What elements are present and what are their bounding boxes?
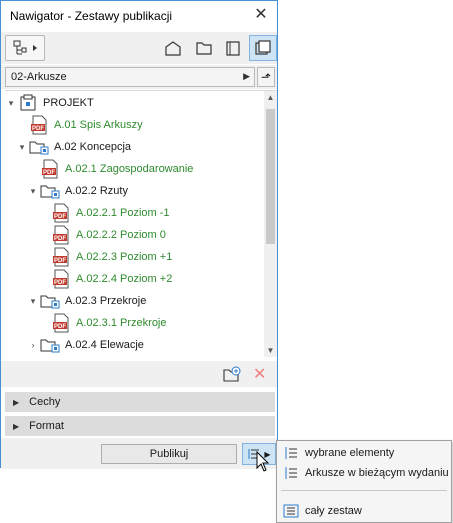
tree-row[interactable]: PDF A.02.2.3 Poziom +1 [38, 246, 172, 268]
pdf-file-icon: PDF [50, 247, 72, 267]
title-bar: Nawigator - Zestawy publikacji ✕ [1, 1, 277, 31]
pdf-file-icon: PDF [28, 115, 50, 135]
project-icon [17, 93, 39, 113]
tree-row[interactable]: ▾ A.02.2 Rzuty [27, 180, 128, 202]
tree-row-label: A.02.2.2 Poziom 0 [76, 229, 166, 241]
window-title: Nawigator - Zestawy publikacji [10, 9, 173, 23]
view-map-icon [196, 42, 212, 55]
chevron-down-icon[interactable]: ▾ [16, 142, 28, 153]
publisher-set-bar: 02-Arkusze ▶ ⬏ [1, 65, 277, 89]
menu-item-selected-elements[interactable]: wybrane elementy [277, 443, 451, 463]
publisher-set-select[interactable]: 02-Arkusze ▶ [5, 67, 255, 87]
publisher-set-tree: ▲ ▼ ▾ PROJEKT PDF A.01 Spis Arkuszy ▾ A.02 Ko… [5, 90, 277, 357]
arrow-up-icon: ⬏ [260, 70, 272, 84]
tree-row[interactable]: PDF A.02.3.1 Przekroje [38, 312, 167, 334]
svg-text:PDF: PDF [54, 214, 66, 220]
tree-row-label: A.02.3 Przekroje [65, 295, 147, 307]
bottom-bar: Publikuj ▶ [1, 438, 277, 469]
chevron-down-icon[interactable]: ▾ [27, 296, 39, 307]
layout-book-icon [226, 41, 240, 56]
new-folder-icon[interactable] [222, 365, 242, 383]
chevron-right-icon: ▶ [13, 397, 20, 407]
tree-row[interactable]: ▾ PROJEKT [5, 92, 94, 114]
tree-row[interactable]: ▾ A.02.3 Przekroje [27, 290, 146, 312]
menu-item-whole-set[interactable]: cały zestaw [277, 501, 451, 521]
view-map-button[interactable] [190, 35, 218, 61]
delete-icon[interactable]: ✕ [253, 364, 266, 384]
tree-actions-bar: ✕ [1, 361, 277, 387]
svg-text:PDF: PDF [54, 324, 66, 330]
pdf-file-icon: PDF [50, 313, 72, 333]
list-issue-icon [285, 467, 297, 479]
project-map-icon [165, 41, 181, 56]
tree-row[interactable]: PDF A.02.2.2 Poziom 0 [38, 224, 166, 246]
publisher-sets-button[interactable] [249, 35, 277, 61]
tree-row-label: A.02.2.1 Poziom -1 [76, 207, 170, 219]
scroll-down-icon[interactable]: ▼ [264, 344, 277, 357]
go-up-button[interactable]: ⬏ [257, 67, 275, 87]
panel-format[interactable]: ▶ Format [5, 416, 275, 436]
scroll-up-icon[interactable]: ▲ [264, 91, 277, 105]
menu-item-label: wybrane elementy [305, 447, 395, 459]
tree-row-label: A.02.2 Rzuty [65, 185, 128, 197]
chevron-right-icon: ▶ [13, 421, 20, 431]
menu-item-label: cały zestaw [305, 505, 362, 517]
tree-row-label: A.02.3.1 Przekroje [76, 317, 167, 329]
publish-options-menu: wybrane elementy Arkusze w bieżącym wyda… [276, 440, 452, 523]
tree-row-label: A.01 Spis Arkuszy [54, 119, 143, 131]
tree-row-label: A.02.2.4 Poziom +2 [76, 273, 173, 285]
navigator-window: Nawigator - Zestawy publikacji ✕ 02-Arku… [0, 0, 278, 469]
menu-separator [281, 490, 447, 491]
project-map-button[interactable] [159, 35, 187, 61]
tree-row[interactable]: PDF A.02.2.1 Poziom -1 [38, 202, 170, 224]
tree-row-label: A.02.4 Elewacje [65, 339, 144, 351]
panel-properties[interactable]: ▶ Cechy [5, 392, 275, 412]
publisher-sets-icon [255, 40, 271, 55]
folder-icon [39, 335, 61, 355]
tree-row-label: A.02.2.3 Poziom +1 [76, 251, 173, 263]
chevron-down-icon[interactable]: ▾ [27, 186, 39, 197]
tree-row[interactable]: › A.02.4 Elewacje [27, 334, 144, 356]
svg-text:PDF: PDF [54, 236, 66, 242]
close-icon[interactable]: ✕ [251, 5, 271, 25]
menu-item-label: Arkusze w bieżącym wydaniu [305, 467, 449, 479]
svg-text:PDF: PDF [43, 170, 55, 176]
scrollbar-thumb[interactable] [266, 109, 275, 244]
toolbar [1, 32, 277, 64]
publish-button[interactable]: Publikuj [101, 444, 237, 464]
tree-row[interactable]: PDF A.02.2.4 Poziom +2 [38, 268, 172, 290]
list-all-icon [283, 504, 299, 518]
chevron-right-icon[interactable]: › [27, 340, 39, 350]
tree-options-button[interactable] [5, 35, 45, 61]
tree-row[interactable]: ▾ A.02 Koncepcja [16, 136, 131, 158]
folder-icon [39, 291, 61, 311]
svg-text:PDF: PDF [54, 258, 66, 264]
tree-row-label: A.02.1 Zagospodarowanie [65, 163, 194, 175]
tree-row-label: PROJEKT [43, 97, 94, 109]
folder-icon [39, 181, 61, 201]
pdf-file-icon: PDF [50, 225, 72, 245]
menu-item-current-issue-sheets[interactable]: Arkusze w bieżącym wydaniu [277, 463, 451, 483]
layout-book-button[interactable] [219, 35, 247, 61]
vertical-scrollbar[interactable]: ▲ ▼ [264, 91, 277, 357]
svg-text:PDF: PDF [54, 280, 66, 286]
tree-options-icon [13, 40, 37, 55]
panel-format-label: Format [29, 420, 64, 432]
publisher-set-value: 02-Arkusze [11, 71, 67, 83]
pdf-file-icon: PDF [50, 269, 72, 289]
chevron-down-icon[interactable]: ▾ [5, 98, 17, 109]
list-selected-icon [285, 447, 297, 459]
svg-text:PDF: PDF [32, 126, 44, 132]
tree-row[interactable]: PDF A.02.1 Zagospodarowanie [27, 158, 193, 180]
panel-properties-label: Cechy [29, 396, 61, 408]
tree-row[interactable]: PDF A.01 Spis Arkuszy [16, 114, 143, 136]
mouse-cursor-icon [256, 451, 270, 472]
chevron-right-icon: ▶ [243, 71, 250, 81]
pdf-file-icon: PDF [39, 159, 61, 179]
tree-row-label: A.02 Koncepcja [54, 141, 132, 153]
folder-icon [28, 137, 50, 157]
pdf-file-icon: PDF [50, 203, 72, 223]
